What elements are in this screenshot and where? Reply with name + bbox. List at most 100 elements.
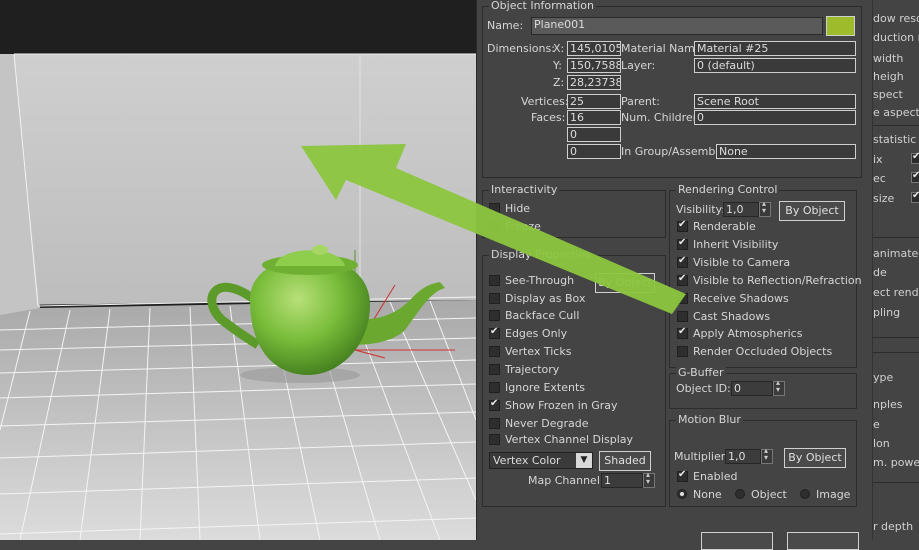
render-setting-label: duction re <box>873 31 919 44</box>
cancel-button[interactable] <box>787 532 859 550</box>
faces-field[interactable]: 16 <box>567 110 621 125</box>
map-channel-field[interactable]: 1 <box>601 473 643 488</box>
display-by-object-button[interactable]: By Object <box>595 273 655 293</box>
rp-checkbox-2[interactable] <box>911 170 919 183</box>
display-checkbox-label: Vertex Ticks <box>505 345 572 358</box>
render-checkbox-label: Apply Atmospherics <box>693 327 803 340</box>
display-checkbox-1[interactable] <box>489 293 500 304</box>
vertices-field[interactable]: 25 <box>567 94 621 109</box>
rp-checkbox-3[interactable] <box>911 190 919 203</box>
display-checkbox-label: Trajectory <box>505 363 560 376</box>
render-checkbox-5[interactable] <box>677 311 688 322</box>
render-setting-label: ix <box>873 153 883 166</box>
render-checkbox-label: Inherit Visibility <box>693 238 779 251</box>
material-name-label: Material Name: <box>621 42 706 55</box>
display-checkbox-7[interactable] <box>489 398 500 411</box>
faces-label: Faces: <box>531 111 566 124</box>
dimension-y-field[interactable]: 150,7588c <box>567 58 621 73</box>
render-checkbox-2[interactable] <box>677 255 688 268</box>
visibility-field[interactable]: 1,0 <box>723 202 759 217</box>
dimension-x-field[interactable]: 145,0105c <box>567 41 621 56</box>
motion-by-object-button[interactable]: By Object <box>784 448 846 468</box>
none-radio[interactable] <box>677 489 687 499</box>
object-color-swatch[interactable] <box>826 16 855 36</box>
layer-field[interactable]: 0 (default) <box>694 58 856 73</box>
display-checkbox-label: Edges Only <box>505 327 568 340</box>
render-checkbox-label: Renderable <box>693 220 756 233</box>
rp-checkbox-1[interactable] <box>911 151 919 164</box>
display-checkbox-label: Ignore Extents <box>505 381 586 394</box>
rendering-by-object-button[interactable]: By Object <box>779 201 845 221</box>
object-id-spinner[interactable] <box>773 378 785 396</box>
viewport[interactable] <box>0 0 476 540</box>
display-checkbox-label: Never Degrade <box>505 417 589 430</box>
layer-label: Layer: <box>621 59 656 72</box>
extra-field-2[interactable]: 0 <box>567 144 621 159</box>
z-label: Z: <box>553 76 565 89</box>
vertices-label: Vertices: <box>521 95 569 108</box>
object-radio[interactable] <box>735 489 745 499</box>
display-checkbox-5[interactable] <box>489 364 500 375</box>
render-setting-label: statistic c <box>873 133 919 146</box>
gbuffer-title: G-Buffer <box>676 366 726 379</box>
render-checkbox-6[interactable] <box>677 326 688 339</box>
motion-blur-title: Motion Blur <box>676 413 743 426</box>
render-setting-label: width <box>873 52 904 65</box>
extra-field-1[interactable]: 0 <box>567 127 621 142</box>
render-checkbox-label: Cast Shadows <box>693 310 771 323</box>
display-checkbox-3[interactable] <box>489 326 500 339</box>
render-checkbox-3[interactable] <box>677 273 688 286</box>
freeze-checkbox[interactable] <box>489 221 500 232</box>
rp-divider <box>873 482 919 483</box>
ok-button[interactable] <box>701 532 773 550</box>
display-checkbox-4[interactable] <box>489 346 500 357</box>
hide-checkbox[interactable] <box>489 203 500 214</box>
render-setting-label: r depth <box>873 520 914 533</box>
rp-divider <box>873 237 919 238</box>
render-setting-label: size <box>873 192 895 205</box>
name-label: Name: <box>487 19 524 32</box>
name-field[interactable]: Plane001 <box>531 17 823 35</box>
render-setting-label: lon <box>873 437 890 450</box>
visibility-label: Visibility: <box>676 203 726 216</box>
dimension-z-field[interactable]: 28,23738c <box>567 75 621 90</box>
render-checkbox-4[interactable] <box>677 293 688 304</box>
map-channel-label: Map Channel: <box>528 474 604 487</box>
image-radio[interactable] <box>800 489 810 499</box>
multiplier-spinner[interactable] <box>761 446 773 464</box>
render-checkbox-0[interactable] <box>677 219 688 232</box>
parent-field[interactable]: Scene Root <box>694 94 856 109</box>
display-checkbox-9[interactable] <box>489 434 500 445</box>
vertex-color-select[interactable]: Vertex Color ▼ <box>489 452 593 469</box>
dimensions-label: Dimensions: <box>487 42 555 55</box>
render-setting-label: m. power <box>873 456 919 469</box>
display-checkbox-0[interactable] <box>489 275 500 286</box>
render-checkbox-7[interactable] <box>677 346 688 357</box>
multiplier-field[interactable]: 1,0 <box>725 449 761 464</box>
render-setting-label: e <box>873 418 880 431</box>
display-checkbox-8[interactable] <box>489 418 500 429</box>
map-channel-spinner[interactable] <box>643 470 655 488</box>
object-id-label: Object ID: <box>676 382 731 395</box>
x-label: X: <box>553 42 565 55</box>
object-properties-dialog: Object Information Name: Plane001 Dimens… <box>476 0 872 550</box>
group-assembly-label: In Group/Assembly: <box>621 145 728 158</box>
viewport-scene <box>0 0 476 540</box>
display-checkbox-label: Show Frozen in Gray <box>505 399 618 412</box>
visibility-spinner[interactable] <box>759 199 771 217</box>
display-checkbox-6[interactable] <box>489 382 500 393</box>
object-label: Object <box>751 488 787 501</box>
material-name-field[interactable]: Material #25 <box>694 41 856 56</box>
chevron-down-icon[interactable]: ▼ <box>576 453 592 468</box>
num-children-field[interactable]: 0 <box>694 110 856 125</box>
object-id-field[interactable]: 0 <box>731 381 773 396</box>
enabled-checkbox[interactable] <box>677 469 688 482</box>
num-children-label: Num. Children: <box>621 111 704 124</box>
group-assembly-field[interactable]: None <box>716 144 856 159</box>
render-checkbox-label: Visible to Reflection/Refraction <box>693 274 862 287</box>
display-checkbox-2[interactable] <box>489 310 500 321</box>
render-setting-label: ec <box>873 172 886 185</box>
render-checkbox-1[interactable] <box>677 237 688 250</box>
render-setting-label: nples <box>873 398 903 411</box>
shaded-button[interactable]: Shaded <box>599 451 651 471</box>
